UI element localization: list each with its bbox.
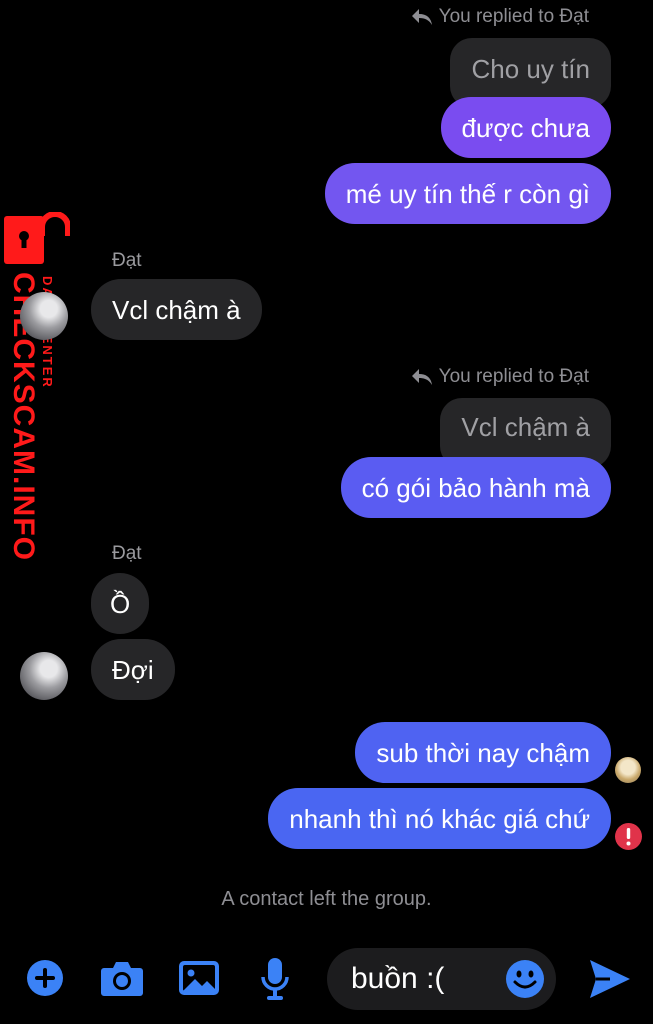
avatar[interactable]	[20, 652, 68, 700]
send-icon[interactable]	[588, 958, 632, 1000]
plus-circle-icon[interactable]	[26, 959, 64, 997]
quoted-message-text: Cho uy tín	[471, 54, 590, 84]
reply-note: You replied to Đạt	[411, 366, 589, 388]
message-input[interactable]: buồn :(	[327, 948, 556, 1010]
message-text: sub thời nay chậm	[376, 737, 590, 768]
message-text: có gói bảo hành mà	[361, 472, 590, 503]
reply-arrow-icon	[411, 9, 432, 25]
reply-note-text: You replied to Đạt	[438, 366, 589, 387]
outgoing-message[interactable]: nhanh thì nó khác giá chứ	[268, 788, 611, 849]
lock-icon	[4, 212, 70, 264]
read-receipt-avatar	[615, 757, 641, 783]
message-text: Ồ	[110, 588, 131, 619]
microphone-icon[interactable]	[260, 957, 290, 1001]
message-text: mé uy tín thế r còn gì	[345, 178, 590, 209]
incoming-message[interactable]: Vcl chậm à	[91, 279, 262, 340]
sender-name: Đạt	[112, 250, 142, 271]
outgoing-message[interactable]: được chưa	[440, 97, 611, 158]
smiley-icon[interactable]	[505, 959, 545, 999]
incoming-message[interactable]: Ồ	[91, 573, 150, 634]
image-icon[interactable]	[178, 960, 220, 996]
message-text: Vcl chậm à	[112, 294, 241, 325]
reply-note: You replied to Đạt	[411, 6, 589, 28]
message-text: Đợi	[112, 654, 154, 685]
camera-icon[interactable]	[100, 959, 144, 997]
reply-arrow-icon	[411, 369, 432, 385]
quoted-message-text: Vcl chậm à	[461, 412, 590, 442]
message-text: nhanh thì nó khác giá chứ	[289, 803, 590, 834]
outgoing-message[interactable]: mé uy tín thế r còn gì	[324, 163, 611, 224]
error-icon[interactable]	[614, 822, 643, 851]
outgoing-message[interactable]: có gói bảo hành mà	[340, 457, 611, 518]
reply-note-text: You replied to Đạt	[438, 6, 589, 27]
sender-name: Đạt	[112, 543, 142, 564]
avatar[interactable]	[20, 292, 68, 340]
incoming-message[interactable]: Đợi	[91, 639, 175, 700]
message-text: được chưa	[461, 112, 590, 143]
outgoing-message[interactable]: sub thời nay chậm	[355, 722, 611, 783]
system-message: A contact left the group.	[221, 888, 432, 910]
message-input-value[interactable]: buồn :(	[351, 962, 444, 996]
